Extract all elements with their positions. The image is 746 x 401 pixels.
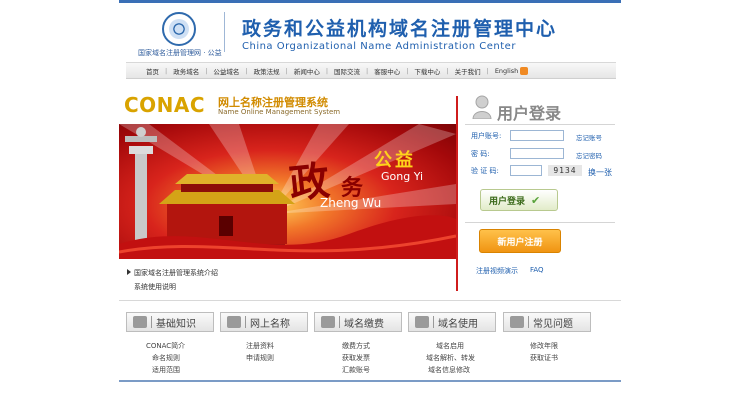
sub-link[interactable]: 注册资料: [246, 341, 274, 351]
banner-gongyi: 公益: [374, 150, 416, 171]
login-title: 用户登录: [497, 104, 562, 123]
sub-link[interactable]: 汇款账号: [342, 365, 370, 375]
system-name-en: Name Online Management System: [218, 108, 341, 116]
conac-logo-icon[interactable]: [162, 12, 196, 46]
sub-link[interactable]: 适用范围: [152, 365, 180, 375]
captcha-image: 9134: [548, 165, 582, 176]
login-button[interactable]: 用户登录 ✔: [480, 189, 558, 211]
yen-icon: [321, 316, 335, 328]
sub-link[interactable]: 域名信息修改: [428, 365, 470, 375]
forgot-account-link[interactable]: 忘记账号: [576, 132, 602, 142]
video-demo-link[interactable]: 注册视频演示: [476, 266, 518, 276]
cat-basics[interactable]: 基础知识: [126, 312, 214, 332]
sub-link[interactable]: 域名解析、转发: [426, 353, 475, 363]
rss-icon[interactable]: [520, 66, 529, 75]
captcha-input[interactable]: [510, 165, 542, 176]
nav-public-domain[interactable]: 公益域名: [213, 66, 239, 76]
nav-service[interactable]: 客服中心: [374, 66, 400, 76]
sub-link[interactable]: CONAC简介: [146, 341, 185, 351]
nav-policy[interactable]: 政策法规: [254, 66, 280, 76]
hand-icon: [415, 316, 429, 328]
login-divider: [465, 124, 615, 125]
footer-line: [119, 380, 621, 382]
banner-art: [119, 124, 456, 259]
header-divider: [224, 12, 225, 52]
cat-usage[interactable]: 域名使用: [408, 312, 496, 332]
sub-link[interactable]: 命名规则: [152, 353, 180, 363]
top-accent-line: [119, 0, 621, 3]
intro-link-guide[interactable]: 系统使用说明: [127, 280, 218, 294]
cat-usage-label: 域名使用: [438, 318, 478, 330]
logo-caption: 国家域名注册管理网 · 公益: [138, 49, 222, 57]
cat-online-name[interactable]: 网上名称: [220, 312, 308, 332]
nav-about[interactable]: 关于我们: [455, 66, 481, 76]
banner-zhengwu-en: Zheng Wu: [320, 196, 382, 210]
cat-faq-label: 常见问题: [533, 318, 573, 330]
cat-payment[interactable]: 域名缴费: [314, 312, 402, 332]
password-input[interactable]: [510, 148, 564, 159]
intro-links: 国家域名注册管理系统介绍 系统使用说明: [127, 266, 218, 294]
sub-link[interactable]: 申请规则: [246, 353, 274, 363]
sub-link[interactable]: 域名启用: [436, 341, 464, 351]
sub-link[interactable]: 修改年限: [530, 341, 558, 351]
captcha-label: 验 证 码:: [471, 167, 499, 175]
cat-payment-label: 域名缴费: [344, 318, 384, 330]
intro-link-system-label: 国家域名注册管理系统介绍: [134, 269, 218, 277]
nav-download[interactable]: 下载中心: [414, 66, 440, 76]
sub-link[interactable]: 获取发票: [342, 353, 370, 363]
banner-gongyi-en: Gong Yi: [381, 170, 424, 183]
nav-english[interactable]: English: [495, 67, 518, 75]
nav-international[interactable]: 国际交流: [334, 66, 360, 76]
faq-link[interactable]: FAQ: [530, 266, 544, 274]
bullet-arrow-icon: [127, 269, 131, 275]
nav-gov-domain[interactable]: 政务域名: [173, 66, 199, 76]
vertical-divider: [456, 96, 458, 291]
sub-link[interactable]: 缴费方式: [342, 341, 370, 351]
site-title-en: China Organizational Name Administration…: [242, 41, 516, 52]
sub-link[interactable]: 获取证书: [530, 353, 558, 363]
question-icon: [510, 316, 524, 328]
login-button-label: 用户登录: [489, 196, 526, 207]
password-label: 密 码:: [471, 150, 490, 158]
site-title: 政务和公益机构域名注册管理中心: [242, 18, 558, 40]
conac-brand: CONAC: [124, 93, 206, 117]
intro-link-system[interactable]: 国家域名注册管理系统介绍: [127, 266, 218, 280]
magnifier-icon: [133, 316, 147, 328]
login-separator: [465, 222, 615, 223]
captcha-refresh-link[interactable]: 换一张: [588, 167, 612, 178]
cat-faq[interactable]: 常见问题: [503, 312, 591, 332]
banner-image: 政 务 公益 Gong Yi Zheng Wu: [119, 124, 456, 259]
at-sign-icon: [227, 316, 241, 328]
nav-news[interactable]: 新闻中心: [294, 66, 320, 76]
column-icon: [125, 127, 157, 252]
main-nav: 首页 | 政务域名 | 公益域名 | 政策法规 | 新闻中心 | 国际交流 | 客服中心 | …: [126, 62, 616, 79]
section-divider: [119, 300, 621, 301]
cat-basics-label: 基础知识: [156, 318, 196, 330]
account-input[interactable]: [510, 130, 564, 141]
account-label: 用户账号:: [471, 132, 502, 140]
user-icon: [472, 95, 492, 119]
register-button[interactable]: 新用户注册: [479, 229, 561, 253]
cat-online-name-label: 网上名称: [250, 318, 290, 330]
forgot-password-link[interactable]: 忘记密码: [576, 150, 602, 160]
nav-home[interactable]: 首页: [146, 66, 159, 76]
check-icon: ✔: [531, 193, 541, 207]
